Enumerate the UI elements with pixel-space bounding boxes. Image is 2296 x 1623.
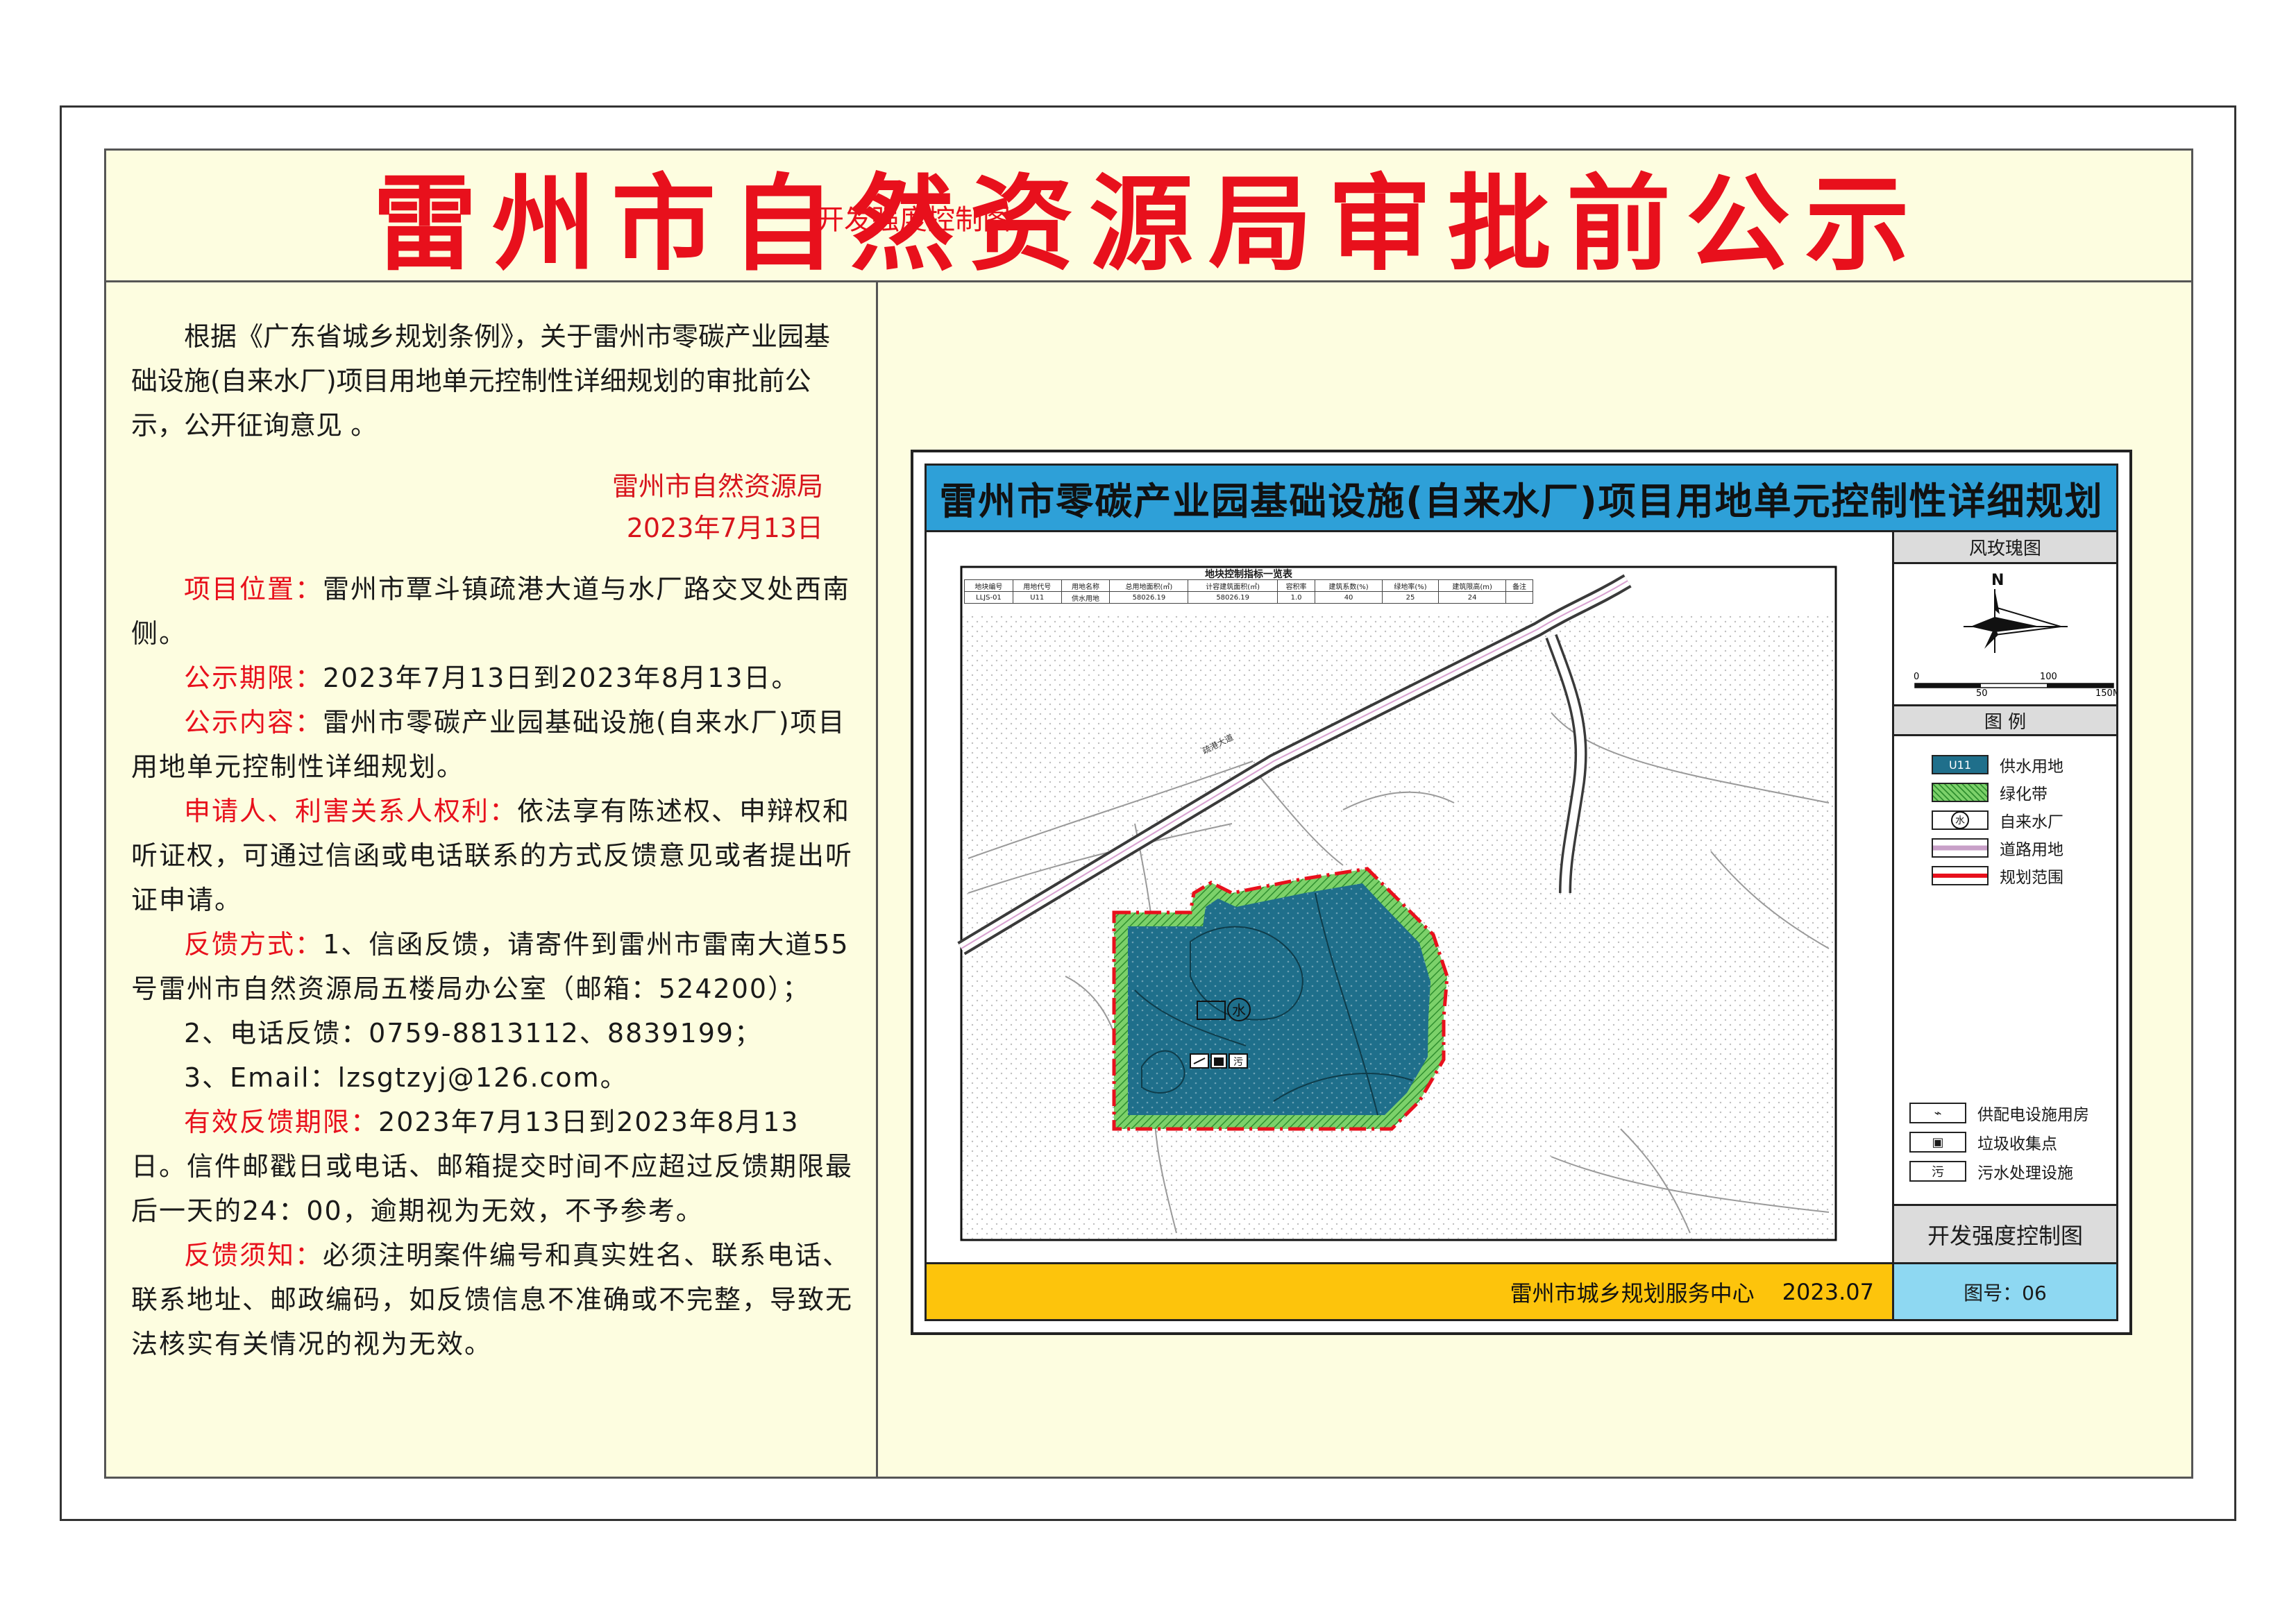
compass-header: 风玫瑰图 — [1894, 532, 2116, 564]
section-rights: 申请人、利害关系人权利：依法享有陈述权、申辩权和听证权，可通过信函或电话联系的方… — [131, 796, 854, 915]
section-valid-period: 有效反馈期限：2023年7月13日到2023年8月13日。信件邮戳日或电话、邮箱… — [131, 1107, 854, 1226]
intro-paragraph: 根据《广东省城乡规划条例》，关于雷州市零碳产业园基础设施(自来水厂)项目用地单元… — [131, 321, 831, 441]
legend-sewage-facility: 污 污水处理设施 — [1909, 1159, 2073, 1183]
power-icon: ⌁ — [1909, 1103, 1966, 1123]
table-header-row: 地块编号 用地代号 用地名称 总用地面积(㎡) 计容建筑面积(㎡) 容积率 建筑… — [964, 579, 1533, 592]
section-feedback-method: 反馈方式：1、信函反馈，请寄件到雷州市雷南大道55号雷州市自然资源局五楼局办公室… — [131, 929, 850, 1004]
svg-text:100: 100 — [2040, 672, 2057, 682]
svg-text:150M: 150M — [2095, 688, 2116, 699]
planning-map: 雷州市零碳产业园基础设施(自来水厂)项目用地单元控制性详细规划 水 污 疏港大道… — [911, 450, 2132, 1335]
map-footer: 雷州市城乡规划服务中心 2023.07 图号：06 — [927, 1262, 2116, 1319]
index-table: 地块控制指标一览表 地块编号 用地代号 用地名称 总用地面积(㎡) 计容建筑面积… — [964, 567, 1533, 604]
signature-block: 雷州市自然资源局 2023年7月13日 — [131, 466, 823, 549]
signature-org: 雷州市自然资源局 — [611, 471, 823, 502]
notice-text-column: 根据《广东省城乡规划条例》，关于雷州市零碳产业园基础设施(自来水厂)项目用地单元… — [106, 282, 878, 1477]
feedback-email: 3、Email：lzsgtzyj@126.com。 — [184, 1062, 628, 1093]
map-section-title: 开发强度控制图 — [816, 204, 1011, 236]
svg-text:50: 50 — [1976, 688, 1988, 699]
road-swatch — [1932, 838, 1989, 858]
footer-org: 雷州市城乡规划服务中心 — [1510, 1280, 1755, 1307]
legend-planning-boundary: 规划范围 — [1932, 864, 2063, 887]
legend-water-supply: U11 供水用地 — [1932, 753, 2063, 776]
legend-road-land: 道路用地 — [1932, 836, 2063, 860]
sewage-icon: 污 — [1909, 1161, 1966, 1182]
index-table-caption: 地块控制指标一览表 — [1205, 569, 1292, 580]
map-side-title: 开发强度控制图 — [1894, 1204, 2116, 1262]
boundary-swatch — [1932, 866, 1989, 885]
water-supply-swatch: U11 — [1932, 755, 1989, 774]
map-header: 雷州市零碳产业园基础设施(自来水厂)项目用地单元控制性详细规划 — [927, 466, 2116, 532]
trash-icon: ▣ — [1909, 1132, 1966, 1153]
section-content: 公示内容：雷州市零碳产业园基础设施(自来水厂)项目用地单元控制性详细规划。 — [131, 707, 846, 782]
section-location: 项目位置：雷州市覃斗镇疏港大道与水厂路交叉处西南侧。 — [131, 574, 851, 649]
svg-text:污: 污 — [1233, 1057, 1243, 1068]
page-title: 雷州市自然资源局审批前公示 — [372, 164, 1925, 285]
svg-text:N: N — [1991, 572, 2004, 589]
legend-trash-point: ▣ 垃圾收集点 — [1909, 1130, 2057, 1154]
map-sidebar: 风玫瑰图 N 0 50 100 150M 图 例 U11 — [1894, 532, 2116, 1262]
signature-date: 2023年7月13日 — [626, 513, 823, 543]
svg-text:水: 水 — [1232, 1002, 1246, 1019]
legend-power-facility: ⌁ 供配电设施用房 — [1909, 1101, 2089, 1125]
figure-number: 图号：06 — [1964, 1281, 2047, 1305]
section-notes: 反馈须知：必须注明案件编号和真实姓名、联系电话、联系地址、邮政编码，如反馈信息不… — [131, 1240, 854, 1359]
legend-waterworks: 水 自来水厂 — [1932, 808, 2063, 832]
green-belt-swatch — [1932, 783, 1989, 802]
table-row: LLJS-01 U11 供水用地 58026.19 58026.19 1.0 4… — [964, 591, 1533, 604]
footer-date: 2023.07 — [1782, 1278, 1874, 1305]
title-band: 雷州市自然资源局审批前公示 — [106, 151, 2191, 285]
legend-header: 图 例 — [1894, 704, 2116, 736]
map-title: 雷州市零碳产业园基础设施(自来水厂)项目用地单元控制性详细规划 — [939, 479, 2104, 523]
svg-text:0: 0 — [1914, 672, 1919, 682]
site-plan-drawing: 水 污 疏港大道 — [957, 566, 1837, 1241]
feedback-phone: 2、电话反馈：0759-8813112、8839199； — [184, 1018, 763, 1048]
section-period: 公示期限：2023年7月13日到2023年8月13日。 — [184, 663, 800, 693]
waterworks-swatch: 水 — [1932, 810, 1989, 830]
wind-rose-icon: N 0 50 100 150M — [1914, 572, 2116, 699]
map-drawing-area: 水 污 疏港大道 地块控制指标一览表 地块编号 用地代号 用地名称 总用地面积(… — [927, 532, 1894, 1262]
legend-green-belt: 绿化带 — [1932, 781, 2048, 804]
